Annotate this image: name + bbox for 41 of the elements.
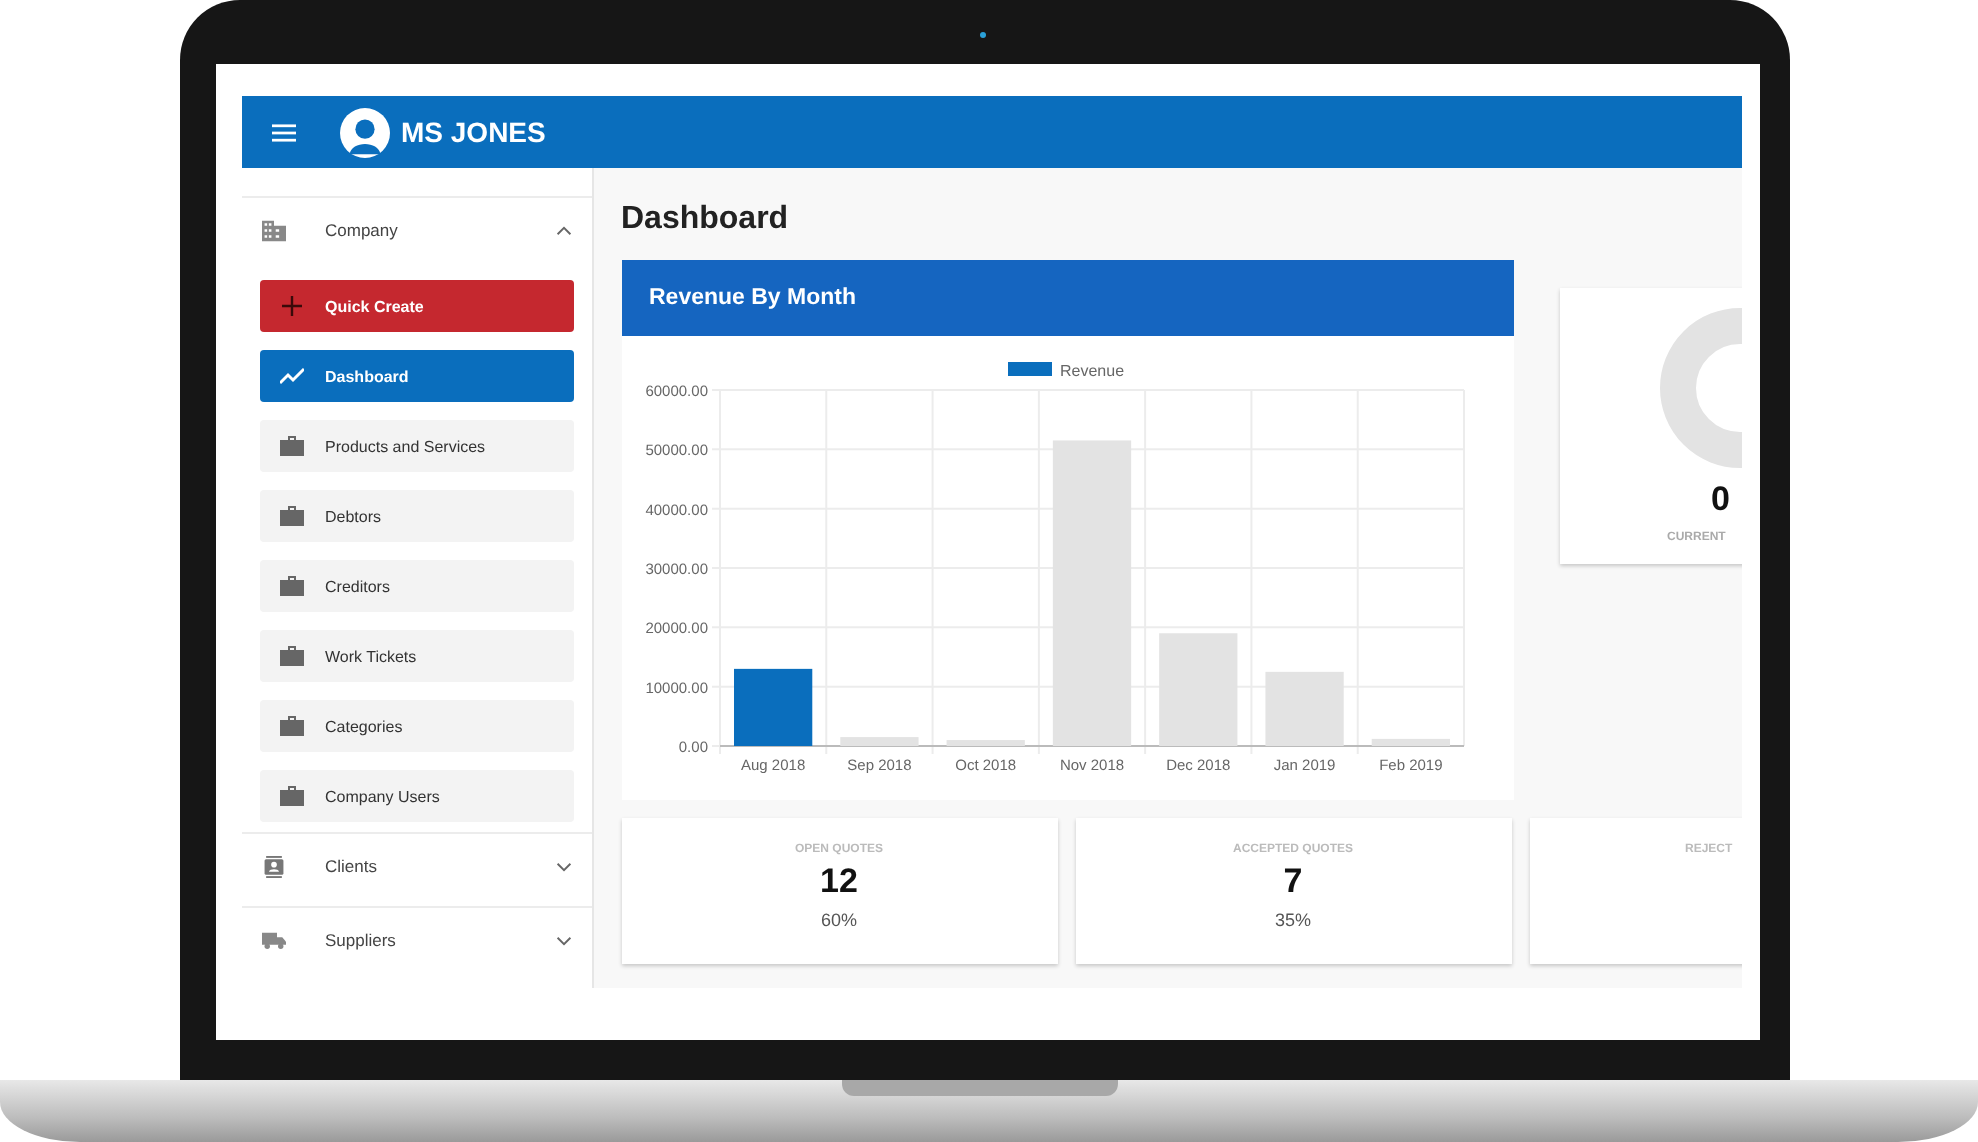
sidebar-item[interactable]: Products and Services <box>259 420 573 472</box>
sidebar-item[interactable]: Company Users <box>259 770 573 822</box>
menu-icon[interactable] <box>271 123 295 141</box>
sidebar-group[interactable]: Company <box>241 198 591 262</box>
chevron-up-icon <box>555 225 571 235</box>
sidebar-group[interactable]: Suppliers <box>241 908 591 972</box>
card-title: Revenue By Month <box>649 286 857 310</box>
briefcase-icon <box>279 506 303 526</box>
briefcase-icon <box>279 646 303 666</box>
chevron-down-icon <box>555 935 571 945</box>
trend-line-icon <box>279 366 303 386</box>
chevron-down-icon <box>555 861 571 871</box>
app-title: MS JONES <box>401 116 546 148</box>
truck-icon <box>261 929 285 951</box>
sidebar-item[interactable]: Dashboard <box>259 350 573 402</box>
stat-value: 7 <box>1283 862 1303 902</box>
stat-value: 12 <box>820 862 858 902</box>
gauge-value: 0 <box>1711 480 1730 520</box>
plus-icon <box>279 296 303 316</box>
contact-card-icon <box>261 855 285 877</box>
briefcase-icon <box>279 786 303 806</box>
briefcase-icon <box>279 716 303 736</box>
legend-label: Revenue <box>1059 362 1124 380</box>
sidebar-item[interactable]: Debtors <box>259 490 573 542</box>
stat-percent: 60% <box>820 910 857 930</box>
legend-swatch <box>1007 362 1051 376</box>
briefcase-icon <box>279 576 303 596</box>
building-icon <box>261 219 285 241</box>
sidebar-item[interactable]: Work Tickets <box>259 630 573 682</box>
chart-bar <box>733 668 812 746</box>
sidebar-item[interactable]: Creditors <box>259 560 573 612</box>
briefcase-icon <box>279 436 303 456</box>
sidebar-item[interactable]: Categories <box>259 700 573 752</box>
avatar-logo-icon <box>339 107 389 157</box>
sidebar-group[interactable]: Clients <box>241 834 591 898</box>
quick-create-button[interactable]: Quick Create <box>259 280 573 332</box>
chart-bar <box>839 737 918 746</box>
stat-percent: 35% <box>1274 910 1311 930</box>
chart-bar <box>945 740 1024 746</box>
page-title: Dashboard <box>621 202 791 238</box>
chart-bar <box>1370 738 1449 746</box>
